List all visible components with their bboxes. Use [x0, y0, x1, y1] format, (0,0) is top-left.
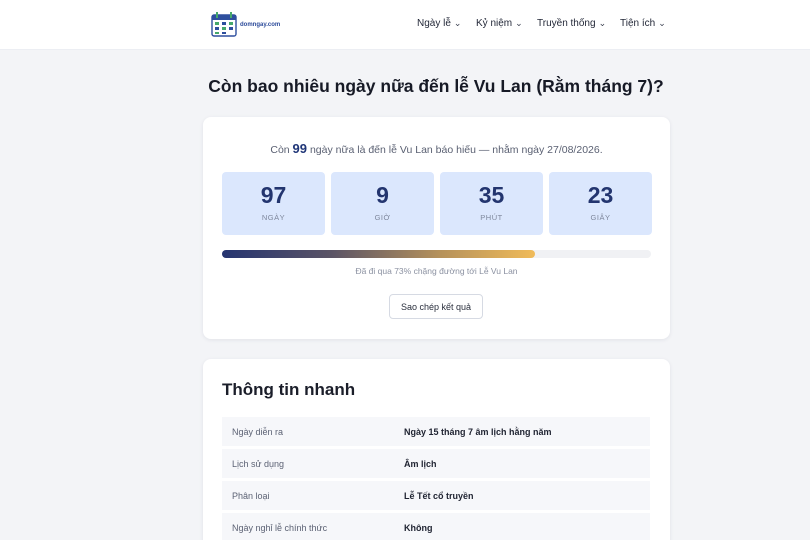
countdown-value: 35	[478, 182, 505, 208]
quick-info-card: Thông tin nhanh Ngày diễn ra Ngày 15 thá…	[203, 359, 670, 540]
copy-result-button[interactable]: Sao chép kết quả	[389, 294, 483, 319]
logo-text: domngay.com	[240, 22, 281, 28]
chevron-down-icon: ⌄	[598, 18, 607, 28]
countdown-days: 97 NGÀY	[222, 172, 325, 235]
table-row: Ngày nghỉ lễ chính thức Không	[222, 513, 650, 540]
countdown-summary: Còn 99 ngày nữa là đến lễ Vu Lan báo hiế…	[203, 141, 670, 156]
chevron-down-icon: ⌄	[453, 18, 462, 28]
table-row: Phân loại Lễ Tết cổ truyền	[222, 481, 650, 510]
info-value: Không	[394, 513, 650, 540]
page-title: Còn bao nhiêu ngày nữa đến lễ Vu Lan (Rằ…	[208, 76, 664, 96]
nav-label: Kỷ niệm	[476, 18, 513, 29]
days-remaining: 99	[292, 141, 308, 156]
info-key: Ngày diễn ra	[222, 417, 394, 446]
countdown-boxes: 97 NGÀY 9 GIỜ 35 PHÚT 23 GIÂY	[222, 172, 652, 235]
countdown-card: Còn 99 ngày nữa là đến lễ Vu Lan báo hiế…	[203, 117, 670, 339]
summary-suffix: ngày nữa là đến lễ Vu Lan báo hiếu — nhằ…	[309, 144, 603, 156]
progress-fill	[222, 250, 536, 258]
table-row: Lịch sử dụng Âm lịch	[222, 449, 650, 478]
progress-caption: Đã đi qua 73% chặng đường tới Lễ Vu Lan	[355, 266, 518, 276]
calendar-icon	[211, 12, 237, 37]
countdown-value: 23	[587, 182, 614, 208]
countdown-value: 97	[260, 182, 287, 208]
quick-info-title: Thông tin nhanh	[222, 380, 356, 399]
nav-truyen-thong[interactable]: Truyền thống ⌄	[537, 18, 606, 29]
countdown-minutes: 35 PHÚT	[440, 172, 543, 235]
quick-info-table: Ngày diễn ra Ngày 15 tháng 7 âm lịch hằn…	[222, 414, 650, 540]
info-value: Ngày 15 tháng 7 âm lịch hằng năm	[394, 417, 650, 446]
nav-label: Tiện ích	[620, 18, 656, 29]
countdown-label: NGÀY	[261, 213, 286, 222]
info-value: Lễ Tết cổ truyền	[394, 481, 650, 510]
nav-ky-niem[interactable]: Kỷ niệm ⌄	[476, 18, 523, 29]
nav-label: Ngày lễ	[417, 18, 451, 29]
info-key: Phân loại	[222, 481, 394, 510]
chevron-down-icon: ⌄	[515, 18, 523, 28]
countdown-label: PHÚT	[480, 213, 503, 222]
info-key: Lịch sử dụng	[222, 449, 394, 478]
info-value: Âm lịch	[394, 449, 650, 478]
countdown-seconds: 23 GIÂY	[549, 172, 652, 235]
summary-prefix: Còn	[270, 144, 290, 156]
site-header: domngay.com Ngày lễ ⌄ Kỷ niệm ⌄ Truyền t…	[0, 0, 810, 50]
nav-tien-ich[interactable]: Tiện ích ⌄	[620, 18, 666, 29]
progress-bar	[222, 250, 651, 258]
info-key: Ngày nghỉ lễ chính thức	[222, 513, 394, 540]
countdown-hours: 9 GIỜ	[331, 172, 434, 235]
countdown-value: 9	[376, 182, 389, 208]
nav-ngay-le[interactable]: Ngày lễ ⌄	[417, 18, 461, 29]
nav-label: Truyền thống	[537, 18, 596, 29]
countdown-label: GIỜ	[374, 213, 391, 222]
table-row: Ngày diễn ra Ngày 15 tháng 7 âm lịch hằn…	[222, 417, 650, 446]
countdown-label: GIÂY	[590, 213, 611, 222]
site-logo[interactable]: domngay.com	[211, 11, 280, 37]
chevron-down-icon: ⌄	[658, 18, 666, 28]
